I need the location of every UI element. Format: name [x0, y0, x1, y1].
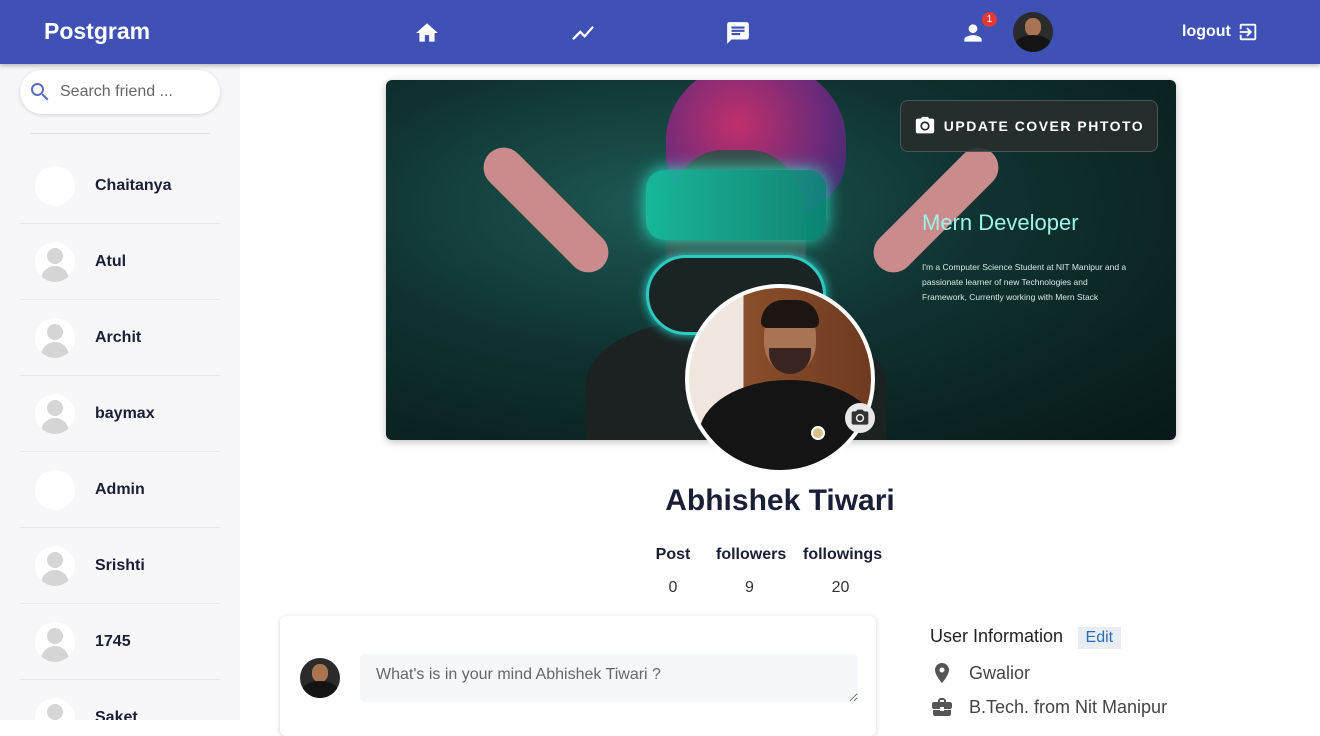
friend-avatar: [35, 241, 75, 282]
edit-button[interactable]: Edit: [1077, 627, 1122, 649]
post-composer: [280, 616, 876, 736]
cover-description: I'm a Computer Science Student at NIT Ma…: [922, 262, 1127, 302]
friend-item[interactable]: Admin: [20, 452, 220, 528]
friend-item[interactable]: Archit: [20, 300, 220, 376]
friend-name: Archit: [95, 328, 142, 346]
stat-value: 0: [668, 579, 678, 596]
friend-avatar: [35, 469, 75, 510]
search-input[interactable]: [60, 83, 210, 101]
top-navbar: Postgram 1 logout: [0, 0, 1320, 64]
search-icon: [31, 83, 49, 101]
friend-avatar: [35, 393, 75, 434]
friend-item[interactable]: baymax: [20, 376, 220, 452]
stat-posts[interactable]: Post 0: [650, 546, 696, 597]
composer-avatar: [300, 658, 340, 698]
profile-stats: Post 0 followers 9 followings 20: [650, 546, 883, 597]
stat-value: 20: [831, 579, 850, 596]
post-input[interactable]: [360, 654, 858, 702]
friend-item[interactable]: 1745: [20, 604, 220, 680]
friend-name: Atul: [95, 252, 127, 270]
profile-name: Abhishek Tiwari: [665, 484, 895, 517]
friend-name: baymax: [95, 404, 155, 422]
cover-title: Mern Developer: [922, 210, 1079, 235]
user-information: User Information Edit Gwalior B.Tech. fr…: [930, 626, 1167, 719]
friend-name: 1745: [95, 632, 131, 650]
friend-list: Chaitanya Atul Archit baymax Admin Srishti 174…: [20, 148, 220, 720]
stat-label: followers: [716, 546, 787, 563]
friends-sidebar: Chaitanya Atul Archit baymax Admin Srishti 174…: [0, 64, 240, 720]
stat-label: Post: [655, 546, 691, 563]
logout-label: logout: [1182, 23, 1231, 40]
update-cover-label: UPDATE COVER PHTOTO: [943, 118, 1145, 134]
location-row: Gwalior: [930, 661, 1167, 685]
friend-name: Srishti: [95, 556, 145, 574]
user-avatar[interactable]: [1013, 12, 1053, 52]
user-info-title: User Information: [930, 626, 1064, 646]
trending-icon[interactable]: [570, 20, 596, 46]
education-text: B.Tech. from Nit Manipur: [969, 696, 1168, 717]
stat-followings[interactable]: followings 20: [803, 546, 883, 597]
stat-value: 9: [745, 579, 754, 596]
friend-item[interactable]: Atul: [20, 224, 220, 300]
friend-avatar: [35, 317, 75, 358]
update-cover-button[interactable]: UPDATE COVER PHTOTO: [900, 100, 1158, 152]
friend-avatar: [35, 621, 75, 662]
chat-icon[interactable]: [725, 20, 751, 46]
friend-name: Saket: [95, 708, 138, 721]
person-icon[interactable]: [960, 20, 986, 46]
notification-badge: 1: [982, 12, 997, 27]
sidebar-divider: [30, 133, 210, 134]
camera-icon: [851, 409, 869, 425]
friend-item[interactable]: Chaitanya: [20, 148, 220, 224]
friend-item[interactable]: Srishti: [20, 528, 220, 604]
friend-name: Chaitanya: [95, 176, 172, 194]
friend-avatar: [35, 697, 75, 720]
logout-button[interactable]: logout: [1182, 21, 1259, 43]
brand-logo[interactable]: Postgram: [44, 18, 150, 45]
location-icon: [935, 663, 949, 683]
search-bar: [20, 70, 220, 114]
briefcase-icon: [932, 698, 952, 716]
home-icon[interactable]: [414, 20, 440, 46]
stat-followers[interactable]: followers 9: [716, 546, 787, 597]
friend-name: Admin: [95, 480, 145, 498]
friend-avatar: [35, 165, 75, 206]
friend-avatar: [35, 545, 75, 586]
stat-label: followings: [803, 546, 883, 563]
camera-icon: [915, 116, 934, 134]
friend-item[interactable]: Saket: [20, 680, 220, 720]
location-text: Gwalior: [969, 662, 1031, 683]
change-profile-photo-button[interactable]: [845, 403, 875, 433]
profile-picture: [685, 284, 875, 474]
logout-icon: [1239, 23, 1257, 41]
education-row: B.Tech. from Nit Manipur: [930, 695, 1167, 719]
